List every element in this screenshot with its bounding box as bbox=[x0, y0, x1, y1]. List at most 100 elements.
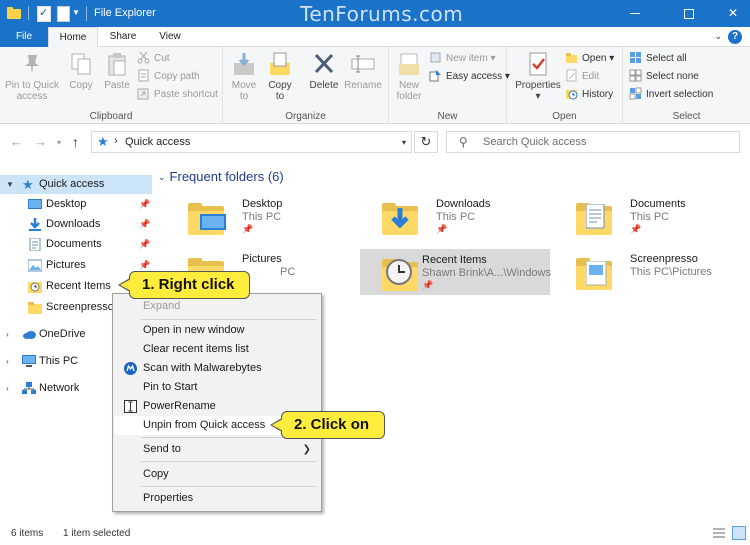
invert-selection-label: Invert selection bbox=[646, 89, 714, 100]
menu-item-copy[interactable]: Copy bbox=[115, 465, 319, 484]
easy-access-label: Easy access bbox=[446, 71, 503, 82]
title-divider bbox=[86, 6, 87, 21]
forward-arrow-icon[interactable]: → bbox=[34, 134, 47, 149]
details-view-icon[interactable] bbox=[712, 527, 726, 539]
folder-name: Recent Items bbox=[422, 254, 487, 266]
scissors-icon bbox=[137, 51, 150, 64]
new-item-icon bbox=[429, 51, 442, 64]
collapse-chevron-icon[interactable]: ▼ bbox=[6, 175, 14, 194]
select-none-button[interactable]: Select none bbox=[629, 69, 699, 85]
expand-chevron-icon[interactable]: › bbox=[6, 352, 9, 371]
nav-item-quick-access[interactable]: ▼ ★ Quick access bbox=[0, 175, 152, 194]
copy-path-icon bbox=[137, 69, 150, 82]
copy-button[interactable]: Copy bbox=[64, 51, 98, 91]
malwarebytes-icon bbox=[124, 362, 137, 375]
window-title: File Explorer bbox=[94, 7, 156, 19]
breadcrumb-quick-access[interactable]: Quick access bbox=[125, 136, 190, 148]
expand-chevron-icon[interactable]: › bbox=[6, 379, 9, 398]
menu-item-expand[interactable]: Expand bbox=[115, 297, 319, 316]
select-none-label: Select none bbox=[646, 71, 699, 82]
back-arrow-icon[interactable]: ← bbox=[10, 134, 23, 149]
folder-tile-documents[interactable]: Documents This PC 📌 bbox=[564, 193, 750, 239]
nav-item-downloads[interactable]: Downloads 📌 bbox=[0, 215, 152, 234]
recent-locations-chevron-icon[interactable]: ▾ bbox=[57, 138, 61, 147]
folder-tile-screenpresso[interactable]: Screenpresso This PC\Pictures bbox=[564, 248, 750, 294]
menu-item-pin-to-start[interactable]: Pin to Start bbox=[115, 378, 319, 397]
delete-button[interactable]: Delete bbox=[306, 51, 342, 91]
cut-button[interactable]: Cut bbox=[137, 51, 170, 67]
address-bar[interactable]: ★ › Quick access ▾ bbox=[91, 131, 412, 153]
new-item-button[interactable]: New item ▾ bbox=[429, 51, 496, 67]
folder-location: This PC bbox=[436, 211, 476, 223]
easy-access-button[interactable]: Easy access ▾ bbox=[429, 69, 510, 85]
nav-item-pictures[interactable]: Pictures 📌 bbox=[0, 256, 152, 275]
folder-name: Pictures bbox=[242, 253, 282, 265]
folder-tile-recent-items[interactable]: Recent Items Shawn Brink\A...\Windows 📌 bbox=[360, 249, 551, 295]
tiles-view-icon[interactable] bbox=[732, 526, 746, 540]
pictures-icon bbox=[27, 259, 43, 272]
help-icon[interactable]: ? bbox=[728, 30, 742, 44]
properties-button[interactable]: Properties ▾ bbox=[512, 51, 564, 102]
documents-icon bbox=[28, 237, 42, 252]
open-button[interactable]: Open ▾ bbox=[565, 51, 614, 67]
tab-home[interactable]: Home bbox=[48, 27, 98, 48]
breadcrumb-chevron-icon[interactable]: › bbox=[114, 135, 118, 147]
recent-items-folder-icon bbox=[378, 254, 422, 292]
pin-to-quick-access-button[interactable]: Pin to Quick access bbox=[4, 51, 60, 102]
screenpresso-folder-icon bbox=[572, 253, 616, 291]
copy-path-button[interactable]: Copy path bbox=[137, 69, 200, 85]
history-button[interactable]: History bbox=[565, 87, 613, 103]
frequent-folders-header[interactable]: ⌄ Frequent folders (6) bbox=[158, 169, 284, 184]
submenu-arrow-icon: ❯ bbox=[302, 444, 311, 455]
pin-icon: 📌 bbox=[139, 219, 151, 229]
properties-quick-icon[interactable] bbox=[35, 5, 51, 22]
menu-item-clear-recent[interactable]: Clear recent items list bbox=[115, 340, 319, 359]
up-arrow-icon[interactable]: ↑ bbox=[72, 134, 79, 150]
copy-to-button[interactable]: Copy to bbox=[263, 51, 297, 102]
menu-item-send-to[interactable]: Send to ❯ bbox=[115, 440, 319, 459]
address-dropdown-icon[interactable]: ▾ bbox=[402, 138, 406, 147]
open-group: Properties ▾ Open ▾ Edit History Open bbox=[507, 47, 623, 124]
new-folder-quick-icon[interactable] bbox=[55, 5, 71, 22]
search-box[interactable]: ⚲ Search Quick access bbox=[446, 131, 740, 153]
menu-item-open-new-window[interactable]: Open in new window bbox=[115, 321, 319, 340]
title-bar: ▼ File Explorer TenForums.com ✕ bbox=[0, 0, 750, 27]
select-all-button[interactable]: Select all bbox=[629, 51, 687, 67]
maximize-button[interactable] bbox=[666, 0, 712, 27]
paste-shortcut-button[interactable]: Paste shortcut bbox=[137, 87, 218, 103]
move-to-label: Move to bbox=[231, 80, 257, 102]
nav-label: OneDrive bbox=[39, 328, 86, 340]
refresh-button[interactable]: ↻ bbox=[414, 131, 438, 153]
menu-item-label: PowerRename bbox=[143, 400, 216, 412]
paste-button[interactable]: Paste bbox=[100, 51, 134, 91]
nav-item-documents[interactable]: Documents 📌 bbox=[0, 235, 152, 254]
invert-selection-button[interactable]: Invert selection bbox=[629, 87, 713, 103]
open-label: Open bbox=[582, 53, 607, 64]
quick-access-star-icon: ★ bbox=[22, 177, 34, 192]
minimize-button[interactable] bbox=[612, 0, 658, 27]
properties-icon bbox=[525, 51, 551, 77]
menu-item-properties[interactable]: Properties bbox=[115, 489, 319, 508]
move-to-button[interactable]: Move to bbox=[227, 51, 261, 102]
expand-chevron-icon[interactable]: › bbox=[6, 325, 9, 344]
refresh-icon: ↻ bbox=[420, 134, 432, 149]
search-input[interactable]: Search Quick access bbox=[483, 136, 586, 148]
folder-tile-desktop[interactable]: Desktop This PC 📌 bbox=[176, 193, 366, 239]
new-folder-button[interactable]: New folder bbox=[392, 51, 426, 102]
nav-item-desktop[interactable]: Desktop 📌 bbox=[0, 195, 152, 214]
clipboard-group: Pin to Quick access Copy Paste Cut Copy … bbox=[0, 47, 223, 124]
tab-view[interactable]: View bbox=[146, 27, 194, 47]
folder-tile-downloads[interactable]: Downloads This PC 📌 bbox=[370, 193, 560, 239]
tab-file[interactable]: File bbox=[0, 27, 48, 47]
menu-item-scan-malwarebytes[interactable]: Scan with Malwarebytes bbox=[115, 359, 319, 378]
pin-icon bbox=[19, 51, 45, 77]
copy-icon bbox=[68, 51, 94, 77]
folder-location: Shawn Brink\A...\Windows bbox=[422, 267, 551, 279]
tab-share[interactable]: Share bbox=[100, 27, 146, 47]
watermark: TenForums.com bbox=[300, 2, 464, 26]
close-button[interactable]: ✕ bbox=[710, 0, 750, 27]
rename-button[interactable]: Rename bbox=[343, 51, 383, 91]
folder-name: Screenpresso bbox=[630, 253, 698, 265]
edit-button[interactable]: Edit bbox=[565, 69, 599, 85]
expand-ribbon-chevron-icon[interactable]: ⌄ bbox=[714, 31, 722, 42]
